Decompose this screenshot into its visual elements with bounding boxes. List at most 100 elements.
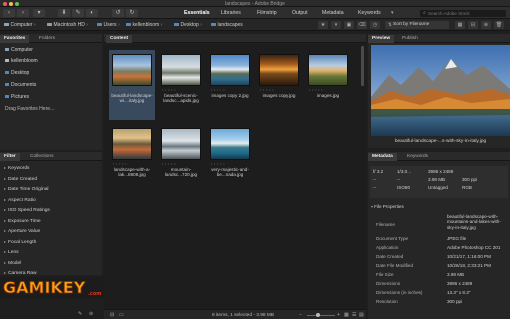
thumbnail-item[interactable]: • • • • • images copy.jpg: [256, 50, 302, 120]
file-properties-header[interactable]: ▾ File Properties: [371, 204, 404, 209]
trash-icon[interactable]: 🗑: [494, 21, 504, 29]
rating-stars[interactable]: • • • • •: [211, 162, 225, 166]
tab-content[interactable]: Content: [106, 35, 133, 43]
tab-favorites[interactable]: Favorites: [0, 35, 30, 43]
filter-lens[interactable]: ▸ Lens: [4, 249, 19, 256]
sort-direction-icon[interactable]: ⇅: [388, 22, 392, 28]
filter-date-created[interactable]: ▸ Date Created: [4, 176, 37, 183]
thumbnail-item[interactable]: • • • • • very-majestic-and-be...nada.jp…: [207, 124, 253, 194]
details-view-icon[interactable]: ▤: [359, 312, 364, 318]
tab-metadata[interactable]: Metadata: [368, 153, 397, 161]
preview-caption: beautiful-landscape-...s-with-sky-in-ita…: [394, 139, 487, 144]
favorite-computer[interactable]: Computer: [5, 47, 33, 53]
thumbnail-item[interactable]: • • • • • landscape-with-a-lak...8608.jp…: [109, 124, 155, 194]
home-icon: [5, 58, 9, 63]
workspace-essentials[interactable]: Essentials: [184, 10, 210, 17]
folder-icon: [5, 70, 9, 75]
favorite-desktop[interactable]: Desktop: [5, 70, 29, 76]
breadcrumb-computer[interactable]: Computer ›: [4, 22, 36, 28]
thumbnail-item[interactable]: • • • • • images.jpg: [305, 50, 351, 120]
breadcrumb-macintosh-hd[interactable]: Macintosh HD ›: [47, 22, 88, 28]
filter-aspect-ratio[interactable]: ▸ Aspect Ratio: [4, 197, 36, 204]
workspace-metadata[interactable]: Metadata: [322, 10, 344, 17]
rating-stars[interactable]: • • • • •: [260, 88, 274, 92]
grid-view-icon[interactable]: ▦: [344, 312, 349, 318]
rating-stars[interactable]: • • • • •: [162, 162, 176, 166]
filter-aperture-value[interactable]: ▸ Aperture Value: [4, 228, 40, 235]
thumbnail-image: [161, 54, 201, 86]
metadata-tabbar: Metadata Keywords: [368, 152, 510, 161]
back-icon[interactable]: ‹: [3, 8, 15, 17]
workspace-keywords[interactable]: Keywords: [358, 10, 381, 17]
breadcrumb-landscapes[interactable]: landscapes: [211, 22, 243, 28]
filter-model[interactable]: ▸ Model: [4, 260, 21, 267]
thumbnail-item[interactable]: • • • • • mountain-landsc...720.jpg: [158, 124, 204, 194]
tab-publish[interactable]: Publish: [398, 35, 422, 43]
rating-stars[interactable]: • • • • •: [309, 88, 323, 92]
thumbnail-size-slider[interactable]: [307, 314, 335, 316]
search-input[interactable]: Search Adobe Stock: [420, 9, 506, 17]
sort-dropdown[interactable]: Sort by Filename: [385, 21, 449, 29]
camera-row3-1: --: [373, 185, 377, 190]
preview-image[interactable]: [371, 45, 510, 136]
workspace-menu-icon[interactable]: ▾: [391, 10, 394, 17]
breadcrumb-desktop[interactable]: Desktop ›: [174, 22, 202, 28]
recent-folders-icon[interactable]: ▾: [33, 8, 45, 17]
rating-stars[interactable]: • • • • •: [113, 88, 127, 92]
filter-focal-length[interactable]: ▸ Focal Length: [4, 239, 36, 246]
new-folder-icon[interactable]: ▣: [344, 21, 354, 29]
field-label: Document Type: [376, 236, 409, 241]
field-value: 300 ppi: [447, 299, 463, 304]
preview-icon[interactable]: ▭: [119, 312, 124, 318]
workspace-filmstrip[interactable]: Filmstrip: [257, 10, 277, 17]
thumbnail-item[interactable]: • • • • • beautiful-scenic-landsc...apid…: [158, 50, 204, 120]
rating-stars[interactable]: • • • • •: [211, 88, 225, 92]
thumbnail-caption: landscape-with-a-lak...8608.jpg: [113, 167, 151, 178]
filter-iso-speed[interactable]: ▸ ISO Speed Ratings: [4, 207, 50, 214]
filter-exposure-time[interactable]: ▸ Exposure Time: [4, 218, 41, 225]
dimensions-value: 3986 x 2489: [428, 169, 454, 174]
content-scrollbar[interactable]: [361, 46, 364, 86]
tab-keywords[interactable]: Keywords: [403, 153, 432, 161]
boomerang-icon[interactable]: ◷: [370, 21, 380, 29]
slider-handle[interactable]: [316, 313, 320, 317]
field-value: beautiful-landscape-with-mountains-and-l…: [447, 214, 501, 230]
favorite-documents[interactable]: Documents: [5, 82, 36, 88]
forward-icon[interactable]: ›: [17, 8, 29, 17]
open-in-camera-raw-icon[interactable]: ◐: [86, 8, 98, 17]
workspace-libraries[interactable]: Libraries: [221, 10, 241, 17]
tab-folders[interactable]: Folders: [35, 35, 59, 43]
breadcrumb-kellenbloom[interactable]: kellenbloom ›: [126, 22, 162, 28]
filter-items-icon[interactable]: ▾: [331, 21, 341, 29]
zoom-in-icon[interactable]: +: [337, 312, 340, 318]
refine-icon[interactable]: ✎: [72, 8, 84, 17]
rating-filter-icon[interactable]: ★: [318, 21, 328, 29]
list-view-icon[interactable]: ☰: [352, 312, 356, 318]
favorite-pictures[interactable]: Pictures: [5, 94, 29, 100]
thumbnail-item[interactable]: • • • • • beautiful-landscape-wi....ital…: [109, 50, 155, 120]
delete-icon[interactable]: ⌫: [357, 21, 367, 29]
tab-preview[interactable]: Preview: [368, 35, 395, 43]
rotate-right-icon[interactable]: ↻: [126, 8, 138, 17]
thumbnail-quality-icon[interactable]: ▦: [455, 21, 465, 29]
collapse-panels-icon[interactable]: ⊟: [110, 312, 114, 318]
filter-date-time-original[interactable]: ▸ Date Time Original: [4, 186, 49, 193]
favorite-kellenbloom[interactable]: kellenbloom: [5, 58, 38, 64]
thumbnail-item[interactable]: • • • • • images copy 2.jpg: [207, 50, 253, 120]
tab-filter[interactable]: Filter: [0, 153, 20, 161]
zoom-out-icon[interactable]: −: [299, 312, 302, 318]
disclosure-triangle-icon: ▸: [4, 238, 7, 244]
pin-icon[interactable]: ✎: [78, 311, 82, 317]
workspace-output[interactable]: Output: [292, 10, 308, 17]
clear-filter-icon[interactable]: ⊘: [89, 311, 93, 317]
rating-stars[interactable]: • • • • •: [162, 88, 176, 92]
rotate-left-icon[interactable]: ↺: [112, 8, 124, 17]
disclosure-triangle-icon: ▸: [4, 186, 7, 191]
breadcrumb-users[interactable]: Users ›: [97, 22, 120, 28]
rating-stars[interactable]: • • • • •: [113, 162, 127, 166]
new-folder-button[interactable]: ⊕: [481, 21, 491, 29]
filter-keywords[interactable]: ▸ Keywords: [4, 165, 30, 172]
get-photos-icon[interactable]: ⬇: [58, 8, 70, 17]
open-recent-icon[interactable]: ⊟: [468, 21, 478, 29]
tab-collections[interactable]: Collections: [26, 153, 57, 161]
